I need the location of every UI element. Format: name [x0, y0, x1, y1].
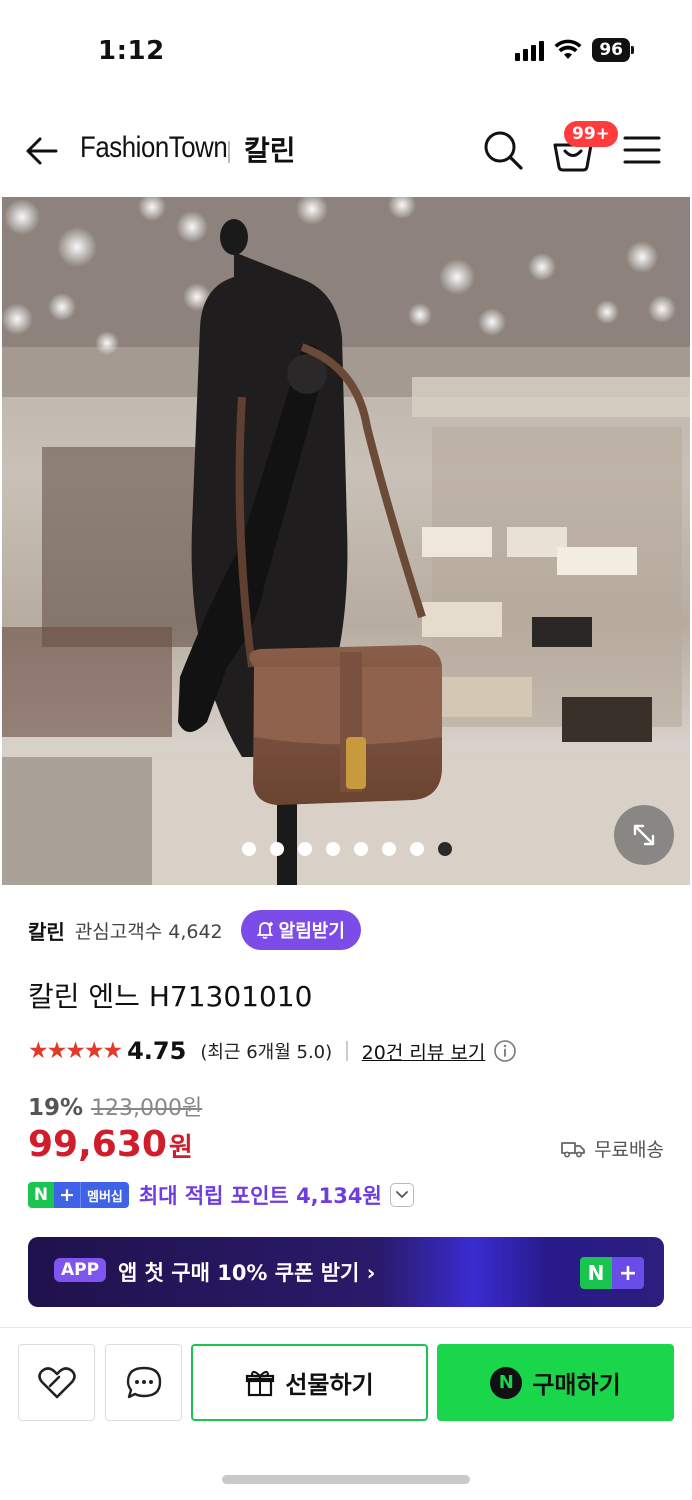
heart-icon: [37, 1366, 76, 1398]
carousel-dot[interactable]: [326, 842, 340, 856]
buy-button[interactable]: N 구매하기: [437, 1344, 674, 1421]
plus-icon: +: [54, 1182, 80, 1208]
brand-logo[interactable]: FashionTown: [80, 131, 228, 165]
plus-icon: +: [612, 1257, 644, 1289]
search-icon[interactable]: [480, 127, 526, 173]
original-price: 123,000원: [91, 1096, 203, 1121]
carousel-indicators: [242, 842, 452, 856]
gift-label: 선물하기: [285, 1371, 374, 1399]
store-name[interactable]: 칼린: [244, 129, 296, 169]
home-indicator[interactable]: [222, 1475, 470, 1484]
menu-icon[interactable]: [622, 133, 662, 167]
carousel-dot[interactable]: [410, 842, 424, 856]
product-photo: [2, 197, 690, 885]
wishlist-button[interactable]: [18, 1344, 95, 1421]
gift-icon: [246, 1370, 275, 1396]
naver-pay-icon: N: [490, 1366, 523, 1399]
info-icon[interactable]: [493, 1039, 517, 1063]
naver-n-icon: N: [28, 1182, 54, 1208]
membership-label: 멤버십: [80, 1182, 129, 1208]
sale-price: 99,630: [28, 1124, 167, 1165]
section-divider: [0, 1327, 692, 1328]
status-bar: 1:12 96: [0, 0, 692, 100]
cellular-signal-icon: [515, 39, 545, 61]
recent-rating: (최근 6개월 5.0): [200, 1042, 333, 1063]
app-tag: APP: [54, 1258, 107, 1282]
carousel-dot[interactable]: [382, 842, 396, 856]
naver-plus-logo: N +: [580, 1257, 644, 1289]
status-indicators: 96: [515, 38, 634, 62]
review-link[interactable]: 20건 리뷰 보기: [362, 1038, 486, 1065]
carousel-dot[interactable]: [270, 842, 284, 856]
alarm-button[interactable]: 알림받기: [240, 910, 361, 950]
free-shipping: 무료배송: [560, 1135, 664, 1162]
expand-icon: [633, 824, 655, 846]
star-rating-icon: ★★★★★: [28, 1038, 123, 1064]
cart-count-badge: 99+: [564, 121, 618, 147]
rating-divider: [346, 1041, 348, 1061]
rating-row: ★★★★★ 4.75 (최근 6개월 5.0) 20건 리뷰 보기: [28, 1033, 517, 1069]
max-point-text: 최대 적립 포인트 4,134원: [138, 1184, 382, 1208]
app-coupon-banner[interactable]: APP 앱 첫 구매 10% 쿠폰 받기 › N +: [28, 1237, 664, 1307]
product-title: 칼린 엔느 H71301010: [28, 980, 313, 1013]
battery-icon: 96: [592, 38, 634, 62]
back-arrow-icon[interactable]: [22, 131, 62, 171]
chat-bubble-icon: [126, 1366, 161, 1398]
carousel-dot[interactable]: [242, 842, 256, 856]
expand-image-button[interactable]: [614, 805, 674, 865]
alarm-label: 알림받기: [278, 921, 345, 942]
carousel-dot[interactable]: [298, 842, 312, 856]
discount-row: 19% 123,000원: [28, 1090, 202, 1122]
rating-value: 4.75: [127, 1037, 187, 1065]
price-row: 99,630 원: [28, 1124, 193, 1165]
product-image-carousel[interactable]: [2, 197, 690, 885]
follower-count: 관심고객수 4,642: [74, 920, 223, 943]
brand-name[interactable]: 칼린: [28, 916, 65, 945]
price-unit: 원: [168, 1133, 193, 1163]
wifi-icon: [554, 39, 582, 59]
chat-button[interactable]: [105, 1344, 182, 1421]
brand-row: 칼린 관심고객수 4,642 알림받기: [28, 910, 361, 950]
naver-n-icon: N: [580, 1257, 612, 1289]
header-divider: [228, 141, 230, 163]
discount-rate: 19%: [28, 1095, 84, 1121]
app-header: FashionTown 칼린: [0, 105, 692, 195]
status-time: 1:12: [98, 36, 165, 66]
buy-label: 구매하기: [532, 1371, 621, 1399]
gift-button[interactable]: 선물하기: [191, 1344, 428, 1421]
point-expand-button[interactable]: [389, 1183, 414, 1207]
carousel-dot-active[interactable]: [438, 842, 452, 856]
truck-icon: [561, 1141, 585, 1158]
chevron-down-icon: [395, 1191, 408, 1198]
membership-point-row[interactable]: N + 멤버십 최대 적립 포인트 4,134원: [28, 1180, 414, 1210]
shipping-label: 무료배송: [594, 1139, 664, 1161]
naver-plus-membership-badge: N + 멤버십: [28, 1182, 129, 1208]
battery-level: 96: [592, 38, 630, 62]
carousel-dot[interactable]: [354, 842, 368, 856]
app-coupon-text: 앱 첫 구매 10% 쿠폰 받기 ›: [118, 1261, 376, 1285]
bell-plus-icon: [256, 922, 273, 939]
